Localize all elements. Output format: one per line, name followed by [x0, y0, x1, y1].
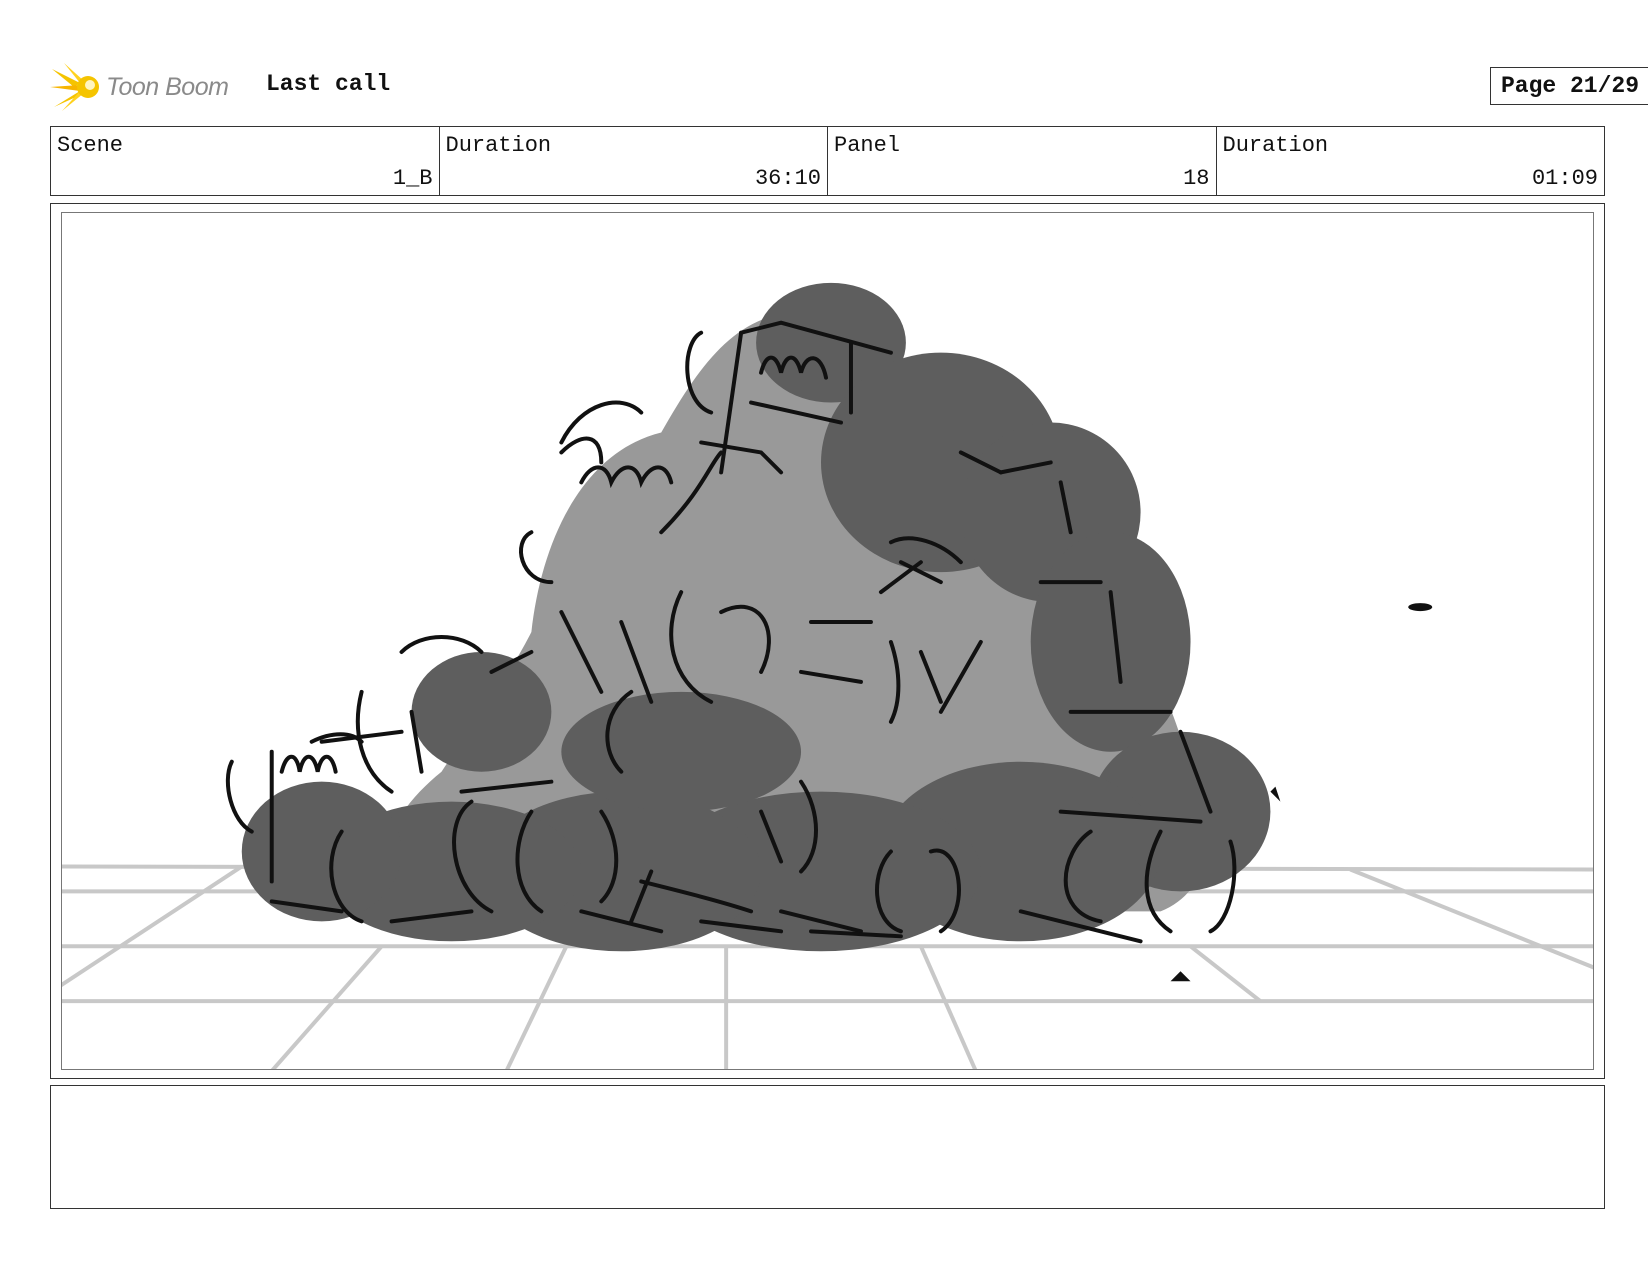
toon-boom-logo: Toon Boom	[50, 61, 250, 113]
scene-duration-label: Duration	[445, 133, 552, 158]
page-indicator: Page 21/29	[1490, 67, 1648, 105]
panel-duration-label: Duration	[1222, 133, 1329, 158]
sketch-drawing	[62, 282, 1593, 1069]
logo-burst-icon	[50, 63, 99, 111]
panel-frame	[61, 212, 1594, 1070]
scene-duration-value: 36:10	[754, 166, 821, 191]
page-header: Toon Boom Last call Page 21/29	[50, 55, 1648, 115]
scene-info-bar: Scene 1_B Duration 36:10 Panel 18 Durati…	[50, 126, 1605, 196]
panel-label: Panel	[834, 133, 901, 158]
panel-cell: Panel 18	[828, 127, 1217, 195]
scene-label: Scene	[57, 133, 124, 158]
panel-duration-cell: Duration 01:09	[1217, 127, 1605, 195]
logo-text: Toon Boom	[106, 73, 229, 101]
scene-value: 1_B	[392, 166, 433, 191]
document-title: Last call	[266, 71, 391, 97]
panel-value: 18	[1183, 166, 1210, 191]
panel-notes	[50, 1085, 1605, 1209]
scene-duration-cell: Duration 36:10	[440, 127, 828, 195]
scene-cell: Scene 1_B	[51, 127, 440, 195]
storyboard-panel	[50, 203, 1605, 1079]
panel-duration-value: 01:09	[1531, 166, 1598, 191]
